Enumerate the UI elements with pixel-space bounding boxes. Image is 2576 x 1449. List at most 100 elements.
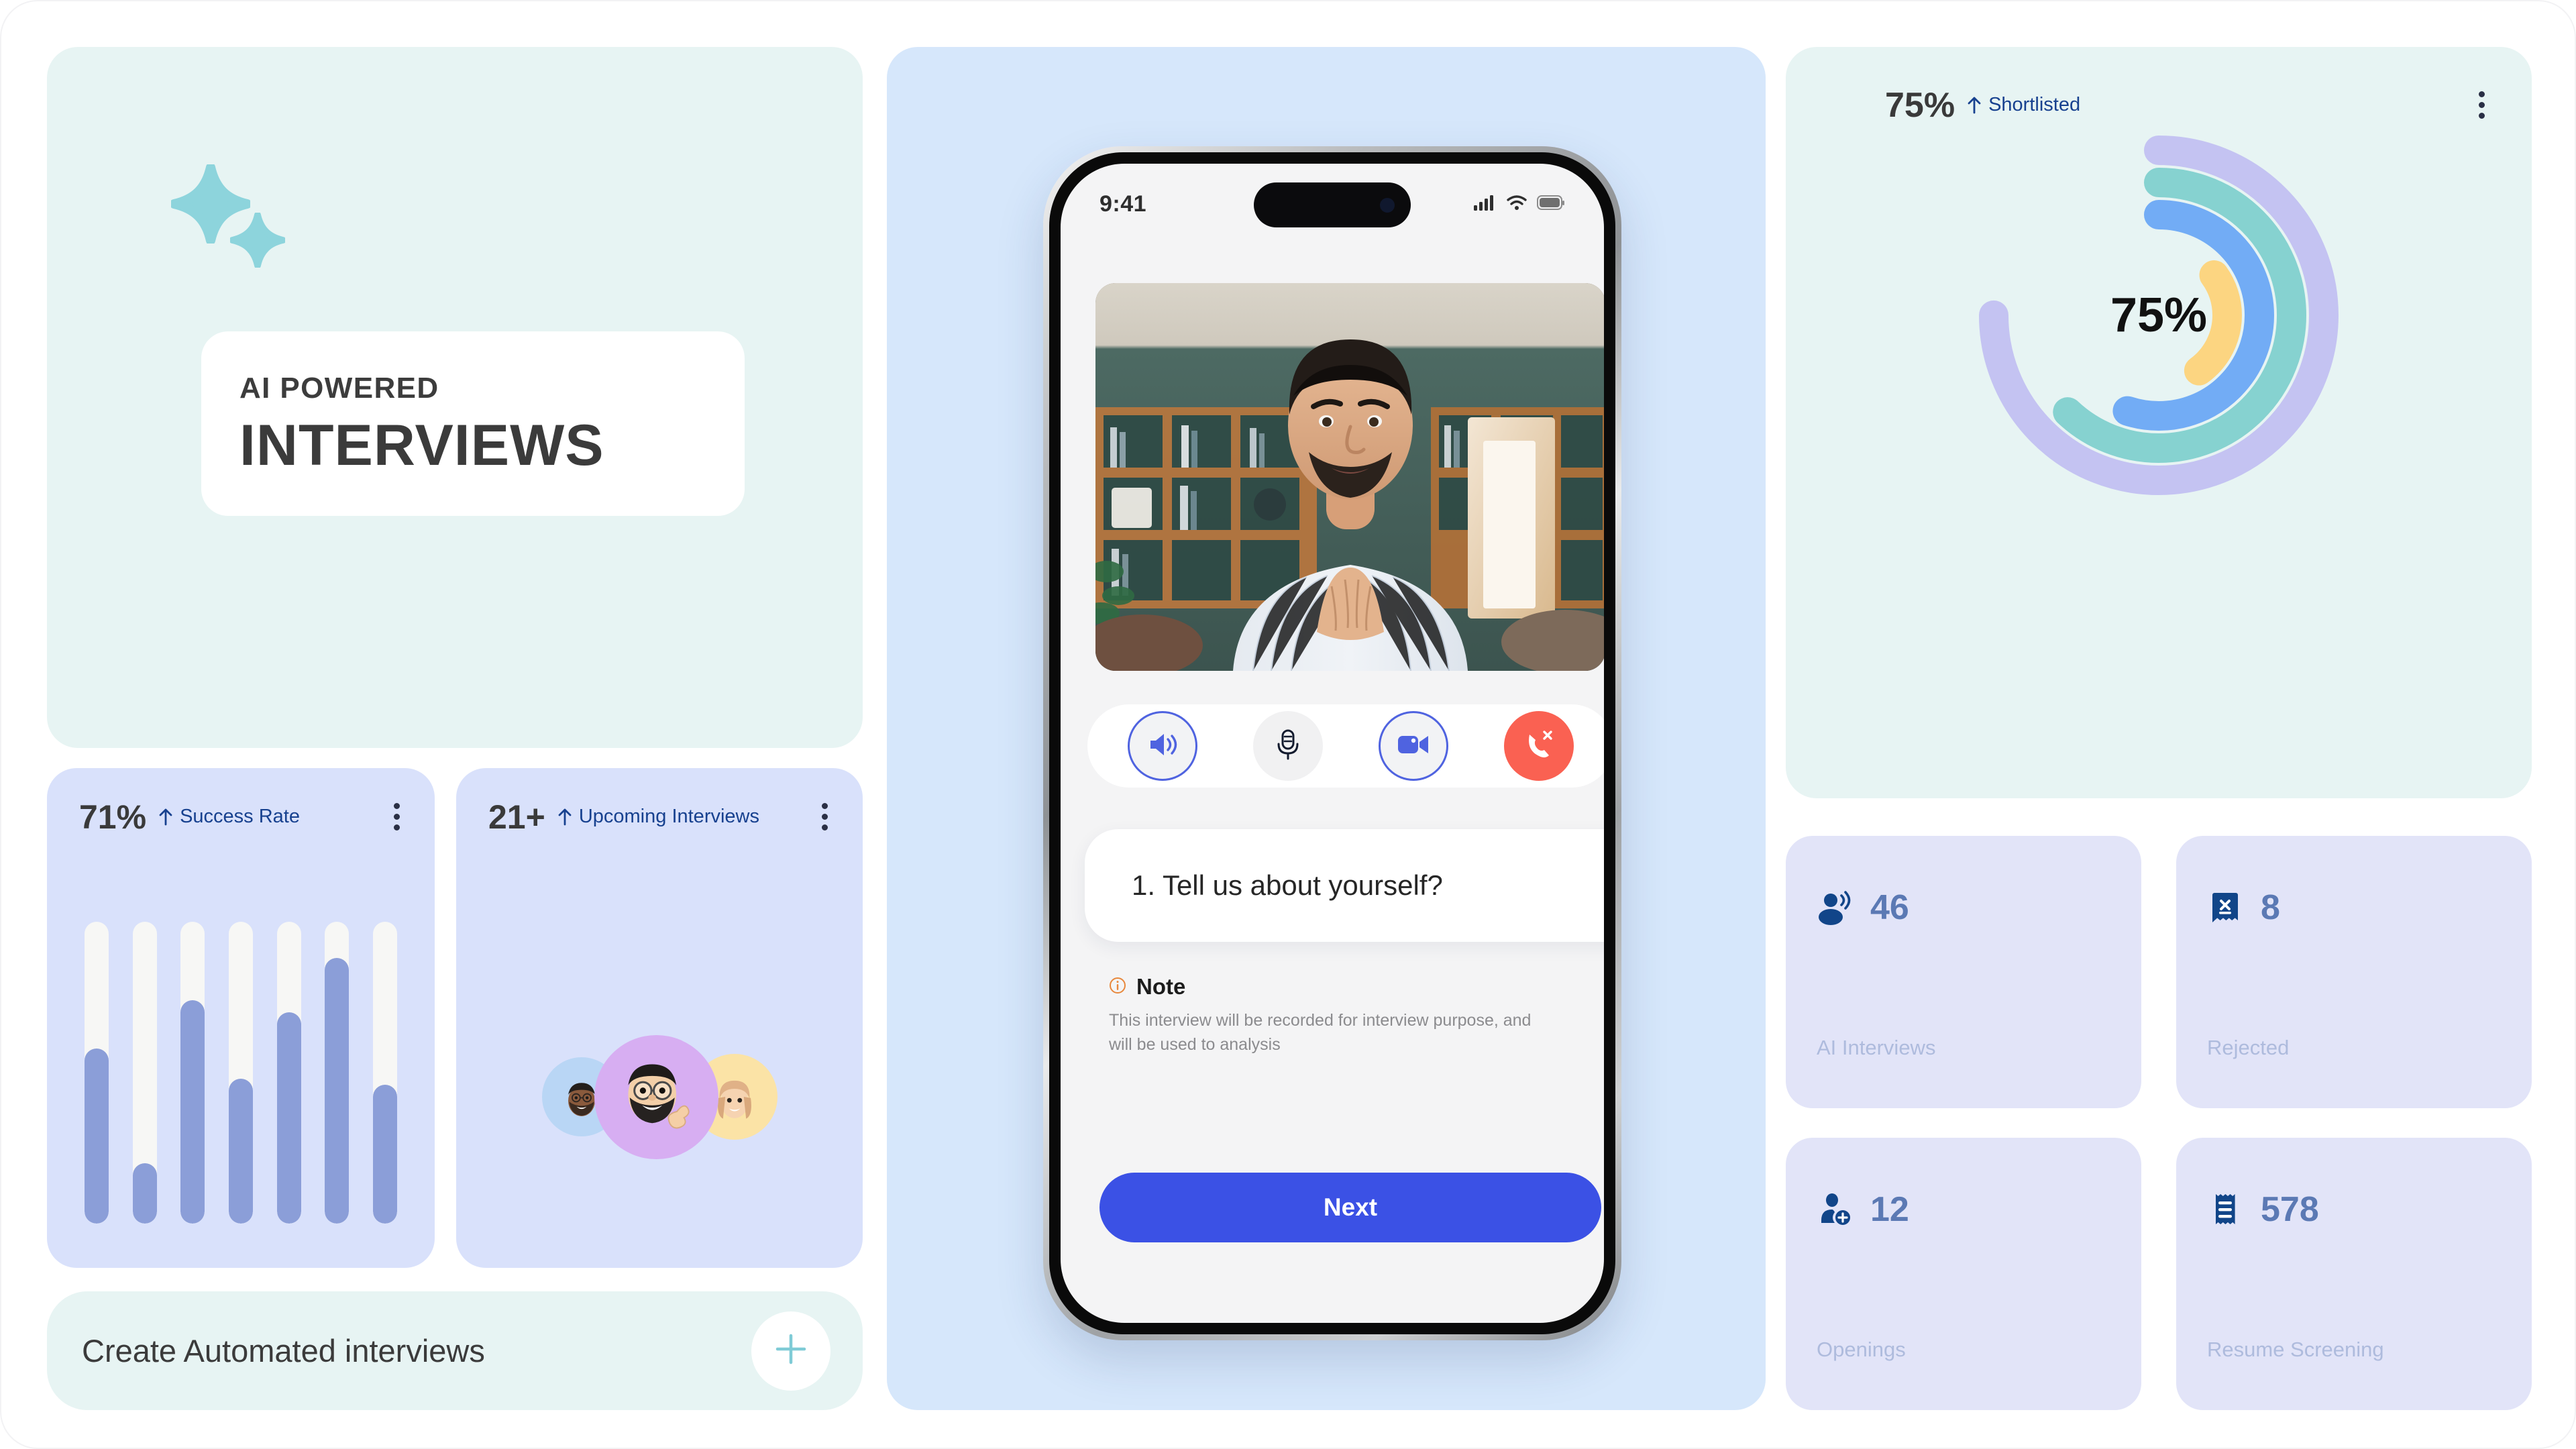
phone-end-call-icon bbox=[1523, 729, 1555, 763]
success-rate-label-group: Success Rate bbox=[158, 807, 300, 826]
battery-icon bbox=[1537, 195, 1565, 213]
person-speaking-icon bbox=[1815, 888, 1854, 927]
resume-screening-caption: Resume Screening bbox=[2207, 1338, 2384, 1361]
interview-question-text: 1. Tell us about yourself? bbox=[1132, 869, 1443, 901]
microphone-button[interactable] bbox=[1252, 711, 1323, 781]
bar-fill bbox=[325, 958, 350, 1224]
phone-screen: 9:41 1. Tell us about yourself? Note Thi… bbox=[1061, 164, 1604, 1323]
resume-screening-card[interactable]: 578 Resume Screening bbox=[2176, 1138, 2532, 1410]
document-rejected-icon bbox=[2206, 888, 2245, 927]
iphone-device-frame: 9:41 1. Tell us about yourself? Note Thi… bbox=[1043, 146, 1621, 1340]
interview-question-card: 1. Tell us about yourself? bbox=[1085, 829, 1604, 942]
create-automated-interviews-label: Create Automated interviews bbox=[82, 1333, 485, 1368]
bar-track bbox=[325, 922, 350, 1224]
sparkle-small-icon bbox=[230, 213, 285, 268]
upcoming-interviews-card[interactable]: 21+ Upcoming Interviews bbox=[456, 768, 863, 1268]
success-rate-label: Success Rate bbox=[180, 806, 300, 827]
arrow-up-icon bbox=[158, 808, 173, 826]
call-controls bbox=[1087, 704, 1604, 788]
video-camera-icon bbox=[1397, 733, 1430, 760]
hero-card: AI POWERED INTERVIEWS bbox=[47, 47, 863, 748]
shortlisted-center-value: 75% bbox=[2110, 288, 2208, 342]
stat-cards-row: 71% Success Rate 21+ Upcoming Interviews bbox=[47, 768, 863, 1268]
bar-track bbox=[85, 922, 109, 1224]
interview-note: Note This interview will be recorded for… bbox=[1109, 974, 1538, 1057]
phone-bezel: 9:41 1. Tell us about yourself? Note Thi… bbox=[1049, 152, 1615, 1334]
plus-icon bbox=[772, 1330, 810, 1371]
bar-track bbox=[228, 922, 253, 1224]
success-rate-card[interactable]: 71% Success Rate bbox=[47, 768, 435, 1268]
shortlisted-card: 75% Shortlisted 75% bbox=[1786, 47, 2532, 798]
upcoming-interviews-label-group: Upcoming Interviews bbox=[557, 807, 759, 826]
bar-fill bbox=[276, 1012, 301, 1224]
bar-track bbox=[132, 922, 157, 1224]
upcoming-interviews-label: Upcoming Interviews bbox=[578, 806, 759, 827]
add-interview-button[interactable] bbox=[751, 1311, 830, 1391]
ai-interviews-caption: AI Interviews bbox=[1817, 1036, 1936, 1059]
memoji-avatar-2 bbox=[594, 1034, 718, 1159]
success-rate-value: 71% bbox=[79, 798, 147, 836]
hero-kicker: AI POWERED bbox=[239, 371, 439, 405]
hero-text-plate: AI POWERED INTERVIEWS bbox=[201, 331, 745, 516]
openings-card[interactable]: 12 Openings bbox=[1786, 1138, 2141, 1410]
speaker-icon bbox=[1146, 730, 1179, 763]
right-column: 75% Shortlisted 75% 46 AI Interviews 8 R… bbox=[1786, 47, 2532, 1410]
left-column: AI POWERED INTERVIEWS 71% Success Rate 2… bbox=[47, 47, 863, 1410]
avatar-group bbox=[456, 1026, 863, 1167]
note-header: Note bbox=[1109, 974, 1538, 1000]
document-list-icon bbox=[2206, 1190, 2245, 1229]
openings-top: 12 bbox=[1815, 1190, 1909, 1229]
ai-interviews-top: 46 bbox=[1815, 888, 1909, 927]
note-body: This interview will be recorded for inte… bbox=[1109, 1011, 1532, 1054]
create-automated-interviews-button[interactable]: Create Automated interviews bbox=[47, 1291, 863, 1410]
bar-track bbox=[372, 922, 397, 1224]
kebab-menu-icon[interactable] bbox=[2472, 87, 2491, 123]
kebab-menu-icon[interactable] bbox=[387, 799, 407, 835]
wifi-icon bbox=[1506, 195, 1527, 214]
bar-fill bbox=[372, 1085, 397, 1224]
openings-value: 12 bbox=[1870, 1190, 1909, 1229]
status-time: 9:41 bbox=[1099, 191, 1147, 217]
note-title: Note bbox=[1136, 974, 1186, 999]
next-button[interactable]: Next bbox=[1099, 1173, 1601, 1242]
interview-candidate-video bbox=[1095, 283, 1604, 671]
dynamic-island bbox=[1254, 182, 1411, 227]
bar-fill bbox=[85, 1049, 109, 1224]
person-add-icon bbox=[1815, 1190, 1854, 1229]
front-camera-lens bbox=[1380, 197, 1395, 213]
microphone-icon bbox=[1275, 729, 1301, 764]
upcoming-interviews-header: 21+ Upcoming Interviews bbox=[488, 799, 835, 835]
app-canvas: AI POWERED INTERVIEWS 71% Success Rate 2… bbox=[0, 0, 2576, 1449]
bar-fill bbox=[180, 1000, 205, 1224]
rejected-caption: Rejected bbox=[2207, 1036, 2290, 1059]
rejected-card[interactable]: 8 Rejected bbox=[2176, 836, 2532, 1108]
openings-caption: Openings bbox=[1817, 1338, 1906, 1361]
success-rate-bar-chart bbox=[85, 922, 397, 1224]
end-call-button[interactable] bbox=[1503, 711, 1574, 781]
rejected-top: 8 bbox=[2206, 888, 2280, 927]
phone-preview-column: 9:41 1. Tell us about yourself? Note Thi… bbox=[887, 47, 1766, 1410]
page-title: INTERVIEWS bbox=[239, 413, 604, 478]
speaker-button[interactable] bbox=[1127, 711, 1197, 781]
ai-interviews-card[interactable]: 46 AI Interviews bbox=[1786, 836, 2141, 1108]
bar-track bbox=[180, 922, 205, 1224]
shortlisted-radial-chart: 75% bbox=[1951, 107, 2367, 523]
shortlisted-value: 75% bbox=[1885, 85, 1955, 125]
info-circle-icon bbox=[1109, 977, 1126, 998]
resume-screening-top: 578 bbox=[2206, 1190, 2319, 1229]
arrow-up-icon bbox=[557, 808, 572, 826]
upcoming-interviews-value: 21+ bbox=[488, 798, 545, 836]
video-camera-button[interactable] bbox=[1378, 711, 1448, 781]
bar-fill bbox=[132, 1163, 157, 1224]
sparkle-group bbox=[171, 164, 305, 278]
bar-track bbox=[276, 922, 301, 1224]
cellular-signal-icon bbox=[1474, 195, 1497, 214]
bar-fill bbox=[228, 1079, 253, 1224]
resume-screening-value: 578 bbox=[2261, 1190, 2319, 1229]
kebab-menu-icon[interactable] bbox=[815, 799, 835, 835]
status-icon-group bbox=[1474, 195, 1565, 214]
metric-cards-grid: 46 AI Interviews 8 Rejected 12 Openings … bbox=[1786, 836, 2532, 1410]
rejected-value: 8 bbox=[2261, 888, 2280, 927]
success-rate-header: 71% Success Rate bbox=[79, 799, 407, 835]
phone-panel: 9:41 1. Tell us about yourself? Note Thi… bbox=[887, 47, 1766, 1410]
